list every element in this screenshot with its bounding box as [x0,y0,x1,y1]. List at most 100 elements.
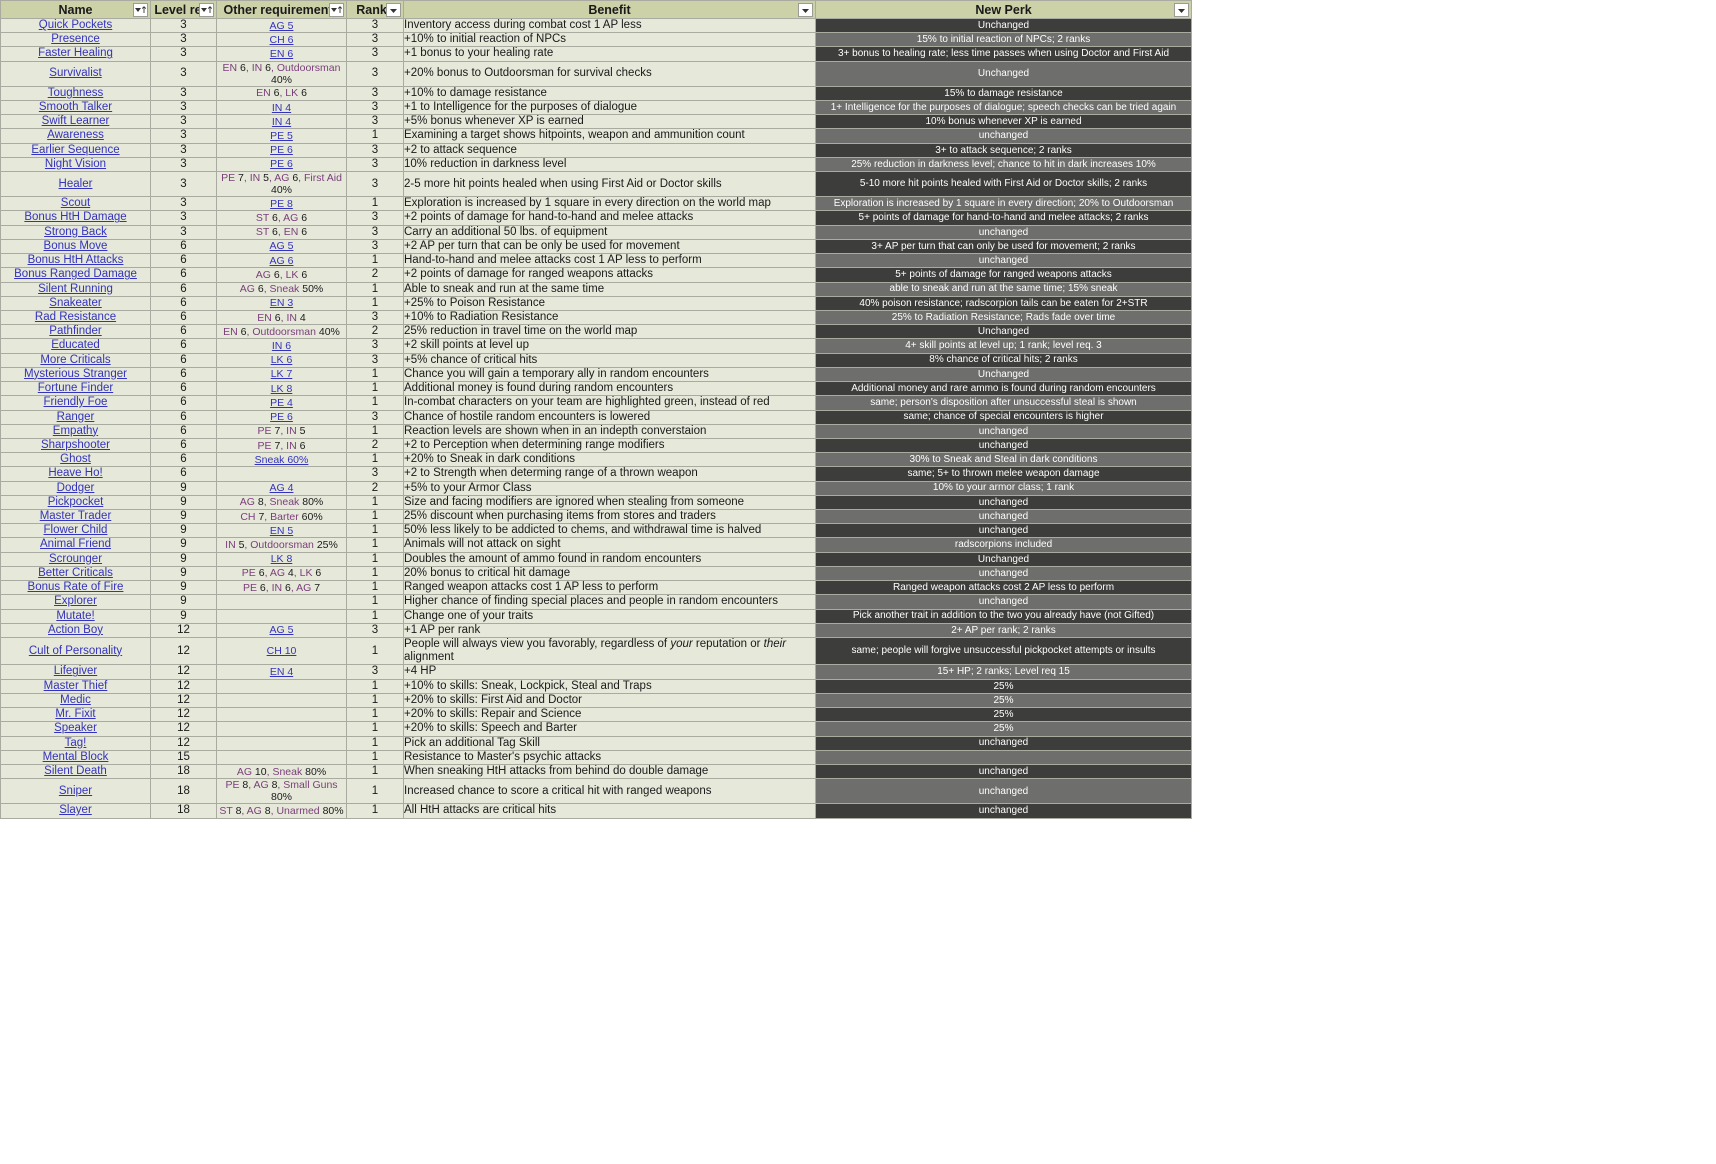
perk-name-link[interactable]: Awareness [47,129,104,141]
perk-name-link[interactable]: Action Boy [48,624,103,636]
filter-dropdown-benefit[interactable] [798,3,813,17]
perk-name-link[interactable]: Scout [61,197,90,209]
perk-name-link[interactable]: Medic [60,694,91,706]
requirement-link[interactable]: LK 6 [271,354,293,366]
requirement-link[interactable]: PE 6 [270,411,293,423]
column-header-name: Name [0,0,151,19]
perk-name-link[interactable]: Mental Block [43,751,109,763]
perk-name-link[interactable]: Mysterious Stranger [24,368,127,380]
perk-name-link[interactable]: More Criticals [40,354,110,366]
level-requirement-cell: 3 [150,114,217,130]
filter-dropdown-perk[interactable] [1174,3,1189,17]
perk-name-link[interactable]: Explorer [54,595,97,607]
perk-name-link[interactable]: Pathfinder [49,325,101,337]
requirement-link[interactable]: AG 5 [270,624,294,636]
perk-name-link[interactable]: Silent Death [44,765,107,777]
perk-name-link[interactable]: Bonus Ranged Damage [14,268,137,280]
requirement-link[interactable]: LK 7 [271,368,293,380]
perk-name-link[interactable]: Master Trader [40,510,112,522]
perk-name-link[interactable]: Scrounger [49,553,102,565]
other-requirements-cell: PE 6, AG 4, LK 6 [216,565,347,582]
perk-name-link[interactable]: Mr. Fixit [55,708,95,720]
perk-name-link[interactable]: Tag! [65,737,87,749]
perk-name-link[interactable]: Pickpocket [48,496,104,508]
benefit-cell: +2 AP per turn that can be only be used … [403,238,816,255]
perk-name-link[interactable]: Healer [59,178,93,190]
filter-dropdown-level-sorted[interactable] [199,3,214,17]
ranks-cell: 3 [346,409,404,425]
perk-name-link[interactable]: Empathy [53,425,98,437]
perk-name-link[interactable]: Cult of Personality [29,645,122,657]
perk-name-link[interactable]: Ranger [57,411,95,423]
requirement-link[interactable]: EN 6 [270,48,293,60]
benefit-cell: +10% to skills: Sneak, Lockpick, Steal a… [403,678,816,694]
perk-name-link[interactable]: Bonus HtH Damage [24,211,126,223]
requirement-link[interactable]: AG 4 [270,482,294,494]
perk-name-link[interactable]: Mutate! [56,610,94,622]
perk-name-link[interactable]: Rad Resistance [35,311,116,323]
perk-name-link[interactable]: Sniper [59,785,92,797]
requirement-link[interactable]: LK 8 [271,383,293,395]
other-requirements-cell: AG 5 [216,17,347,34]
requirement-link[interactable]: IN 4 [272,102,291,114]
requirement-link[interactable]: PE 4 [270,397,293,409]
requirement-link[interactable]: EN 3 [270,297,293,309]
perk-name-link[interactable]: Quick Pockets [39,19,113,31]
perk-name-link[interactable]: Silent Running [38,283,113,295]
requirement-link[interactable]: EN 4 [270,666,293,678]
perk-name-link[interactable]: Fortune Finder [38,382,113,394]
requirement-link[interactable]: AG 6 [270,255,294,267]
new-perk-cell: unchanged [815,763,1192,780]
requirement-link[interactable]: PE 6 [270,158,293,170]
table-row: Ghost 6 Sneak 60% 1 +20% to Sneak in dark co… [0,452,1192,468]
perk-name-link[interactable]: Bonus HtH Attacks [28,254,124,266]
perk-name-link[interactable]: Toughness [48,87,104,99]
requirement-link[interactable]: CH 6 [270,34,294,46]
other-requirements-cell [216,749,347,765]
perk-name-link[interactable]: Lifegiver [54,665,97,677]
perk-name-link[interactable]: Bonus Rate of Fire [28,581,124,593]
perk-name-link[interactable]: Educated [51,339,100,351]
perk-name-link[interactable]: Snakeater [49,297,101,309]
perk-name-link[interactable]: Heave Ho! [48,467,102,479]
column-header-req: Other requirements [216,0,347,19]
perk-name-link[interactable]: Smooth Talker [39,101,112,113]
perk-name-link[interactable]: Night Vision [45,158,106,170]
other-requirements-cell: EN 6, Outdoorsman 40% [216,324,347,340]
perk-name-link[interactable]: Speaker [54,722,97,734]
benefit-cell: Pick an additional Tag Skill [403,735,816,751]
requirement-link[interactable]: IN 6 [272,340,291,352]
perk-name-link[interactable]: Slayer [59,804,92,816]
perk-name-link[interactable]: Better Criticals [38,567,113,579]
perk-name-link[interactable]: Ghost [60,453,91,465]
perk-name-link[interactable]: Earlier Sequence [31,144,119,156]
requirement-link[interactable]: PE 6 [270,144,293,156]
table-row: Tag! 12 1 Pick an additional Tag Skill uncha… [0,735,1192,751]
perk-name-link[interactable]: Flower Child [44,524,108,536]
perk-name-link[interactable]: Presence [51,33,100,45]
requirement-link[interactable]: LK 8 [271,553,293,565]
requirement-link[interactable]: AG 5 [270,20,294,32]
filter-dropdown-name-sorted[interactable] [133,3,148,17]
filter-dropdown-req-sorted[interactable] [329,3,344,17]
filter-dropdown-ranks[interactable] [386,3,401,17]
perk-name-link[interactable]: Animal Friend [40,538,111,550]
requirement-link[interactable]: Sneak 60% [255,454,309,466]
requirement-link[interactable]: PE 5 [270,130,293,142]
perk-name-link[interactable]: Bonus Move [44,240,108,252]
table-row: Action Boy 12 AG 5 3 +1 AP per rank 2+ AP per… [0,622,1192,639]
perk-name-link[interactable]: Swift Learner [42,115,110,127]
perk-name-link[interactable]: Friendly Foe [44,396,108,408]
perk-name-link[interactable]: Master Thief [44,680,108,692]
requirement-link[interactable]: EN 5 [270,525,293,537]
perk-name-link[interactable]: Faster Healing [38,47,113,59]
requirement-link[interactable]: IN 4 [272,116,291,128]
other-requirements-cell: EN 5 [216,523,347,539]
perk-name-link[interactable]: Strong Back [44,226,107,238]
requirement-link[interactable]: CH 10 [267,645,297,657]
requirement-link[interactable]: AG 5 [270,240,294,252]
perk-name-link[interactable]: Sharpshooter [41,439,110,451]
perk-name-link[interactable]: Dodger [57,482,95,494]
perk-name-link[interactable]: Survivalist [49,67,101,79]
requirement-link[interactable]: PE 8 [270,198,293,210]
